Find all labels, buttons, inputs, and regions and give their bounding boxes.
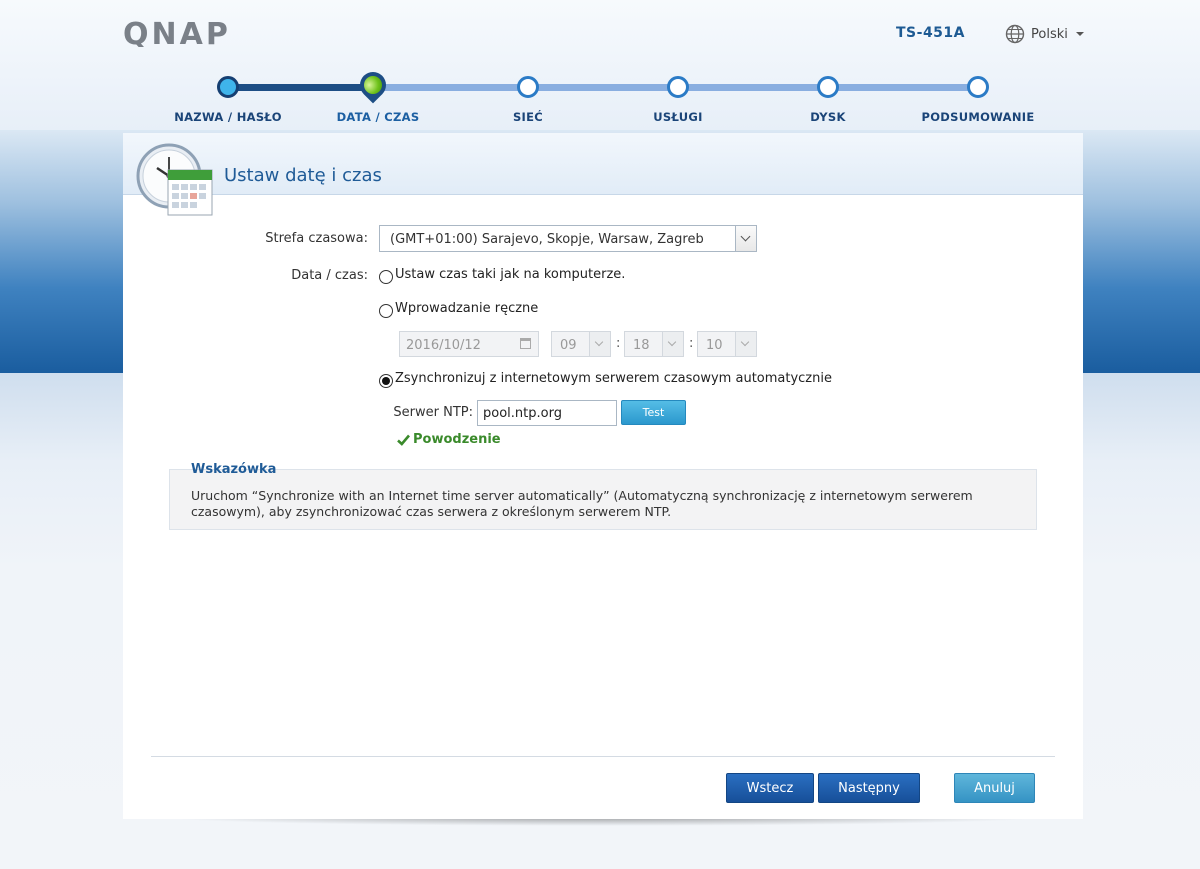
cancel-button[interactable]: Anuluj (954, 773, 1035, 803)
chevron-down-icon (1075, 32, 1084, 36)
manual-hour-select[interactable]: 09 (551, 331, 611, 357)
manual-hour-value: 09 (560, 338, 577, 353)
back-button[interactable]: Wstecz (726, 773, 814, 803)
timezone-label: Strefa czasowa: (265, 231, 368, 246)
chevron-down-icon (662, 332, 683, 356)
next-button[interactable]: Następny (818, 773, 920, 803)
chevron-down-icon (735, 332, 756, 356)
qnap-logo: QNAP (123, 17, 257, 52)
ntp-server-input[interactable] (477, 400, 617, 426)
step-pending-dot (817, 76, 839, 98)
ntp-server-label: Serwer NTP: (393, 405, 473, 420)
datetime-label: Data / czas: (291, 268, 368, 283)
manual-minute-select[interactable]: 18 (624, 331, 684, 357)
footer-divider (151, 756, 1055, 757)
step-label: USŁUGI (653, 110, 703, 124)
step-done-dot (217, 76, 239, 98)
wizard-progress: NAZWA / HASŁO DATA / CZAS SIEĆ USŁUGI DY… (0, 60, 1200, 130)
current-step-marker-icon (354, 66, 392, 104)
page-title: Ustaw datę i czas (224, 165, 382, 186)
language-selector[interactable]: Polski (1005, 24, 1084, 44)
hint-title: Wskazówka (191, 462, 277, 477)
hint-box: Wskazówka Uruchom “Synchronize with an I… (169, 462, 1037, 530)
chevron-down-icon[interactable] (735, 226, 756, 251)
step-label: NAZWA / HASŁO (174, 110, 282, 124)
step-label: DATA / CZAS (336, 110, 420, 124)
option-label: Wprowadzanie ręczne (395, 301, 539, 316)
step-pending-dot (967, 76, 989, 98)
step-pending-dot (517, 76, 539, 98)
radio-button-selected[interactable] (379, 373, 393, 388)
wizard-panel: Ustaw datę i czas Strefa czasowa: (GMT+0… (123, 133, 1083, 819)
device-model: TS-451A (896, 25, 966, 41)
sync-status-text: Powodzenie (413, 432, 501, 447)
option-label: Ustaw czas taki jak na komputerze. (395, 267, 626, 282)
sync-status: Powodzenie (397, 432, 501, 447)
language-label: Polski (1031, 26, 1068, 42)
progress-track-done (228, 84, 378, 91)
manual-date-value: 2016/10/12 (406, 338, 481, 353)
calendar-icon (520, 338, 531, 349)
step-label: DYSK (810, 110, 846, 124)
radio-button[interactable] (379, 303, 393, 318)
test-button[interactable]: Test (621, 400, 686, 425)
time-separator: : (689, 336, 694, 351)
option-sync-with-computer[interactable]: Ustaw czas taki jak na komputerze. (379, 267, 626, 284)
option-label: Zsynchronizuj z internetowym serwerem cz… (395, 371, 832, 386)
timezone-value: (GMT+01:00) Sarajevo, Skopje, Warsaw, Za… (390, 232, 704, 247)
step-label: PODSUMOWANIE (921, 110, 1035, 124)
globe-icon (1005, 24, 1025, 44)
radio-button[interactable] (379, 269, 393, 284)
manual-second-select[interactable]: 10 (697, 331, 757, 357)
hint-text: Uruchom “Synchronize with an Internet ti… (191, 488, 973, 519)
step-label: SIEĆ (512, 110, 544, 124)
time-separator: : (616, 336, 621, 351)
checkmark-icon (397, 434, 410, 446)
step-pending-dot (667, 76, 689, 98)
option-manual-entry[interactable]: Wprowadzanie ręczne (379, 301, 539, 318)
timezone-select[interactable]: (GMT+01:00) Sarajevo, Skopje, Warsaw, Za… (379, 225, 757, 252)
qnap-logo-text: QNAP (123, 19, 231, 47)
option-sync-internet[interactable]: Zsynchronizuj z internetowym serwerem cz… (379, 371, 832, 388)
manual-minute-value: 18 (633, 338, 650, 353)
manual-date-field[interactable]: 2016/10/12 (399, 331, 539, 357)
clock-calendar-icon (135, 142, 215, 226)
manual-second-value: 10 (706, 338, 723, 353)
chevron-down-icon (589, 332, 610, 356)
